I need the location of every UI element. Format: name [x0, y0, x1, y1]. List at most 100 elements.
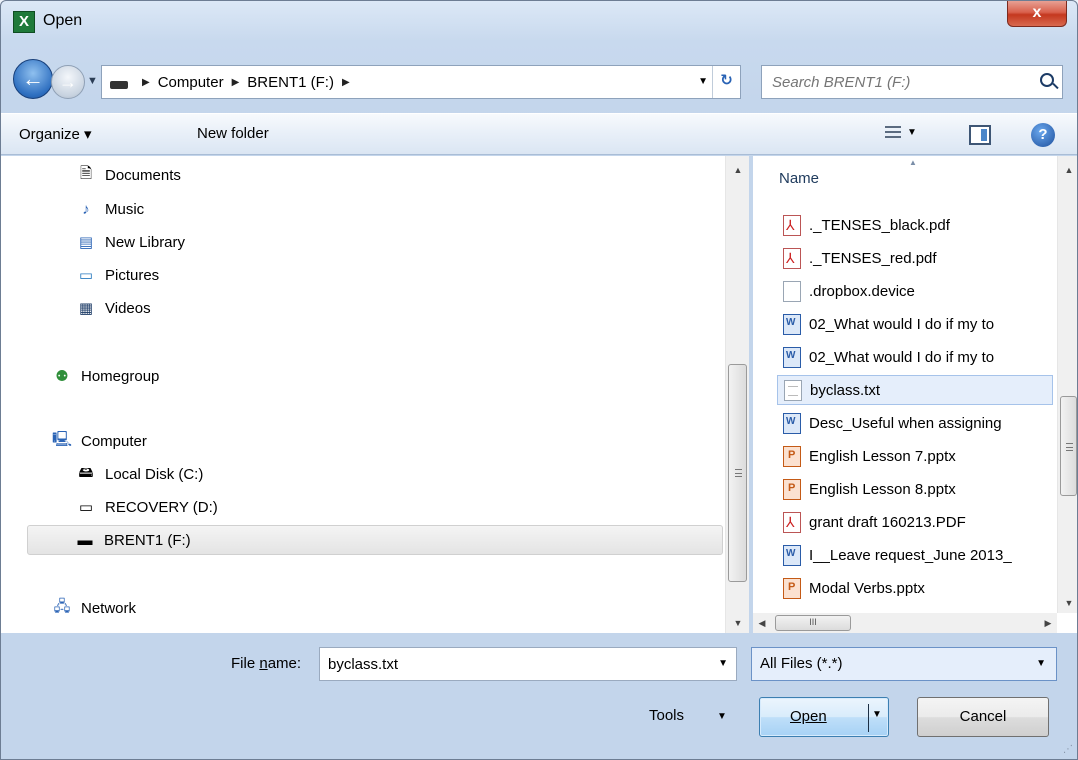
open-button-label: Open: [790, 708, 827, 725]
nav-item-computer[interactable]: 🖳 Computer: [51, 426, 147, 456]
open-options-dropdown-icon[interactable]: ▼: [872, 709, 882, 720]
file-item-selected[interactable]: byclass.txt: [777, 375, 1053, 405]
nav-item-label: Music: [105, 200, 145, 218]
scroll-thumb[interactable]: [728, 364, 747, 582]
recent-locations-dropdown[interactable]: ▼: [87, 75, 98, 87]
grip-icon: [1066, 443, 1073, 451]
file-name: I__Leave request_June 2013_: [809, 546, 1012, 564]
pdf-file-icon: [783, 214, 801, 236]
homegroup-icon: ⚉: [55, 368, 69, 385]
local-disk-icon: 🖴: [78, 463, 94, 481]
file-list-vertical-scrollbar[interactable]: ▲ ▼: [1057, 156, 1077, 613]
file-item[interactable]: .dropbox.device: [777, 276, 1053, 306]
chevron-down-icon[interactable]: ▼: [718, 658, 728, 669]
resize-grip-icon[interactable]: ⋰: [1063, 744, 1073, 755]
file-name: .dropbox.device: [809, 282, 915, 300]
refresh-icon: ↻: [720, 72, 733, 89]
file-name: English Lesson 8.pptx: [809, 480, 956, 498]
scroll-left-icon[interactable]: ◀: [753, 613, 771, 633]
search-box[interactable]: [761, 65, 1063, 99]
nav-item-pictures[interactable]: ▭ Pictures: [75, 260, 159, 290]
close-button[interactable]: x: [1007, 1, 1067, 27]
usb-drive-icon: ▬: [77, 531, 93, 549]
organize-button[interactable]: Organize ▾: [19, 125, 92, 143]
file-item[interactable]: grant draft 160213.PDF: [777, 507, 1053, 537]
back-arrow-icon: ←: [22, 66, 44, 91]
chevron-down-icon[interactable]: ▼: [717, 711, 727, 722]
views-icon[interactable]: [885, 126, 901, 142]
file-item[interactable]: I__Leave request_June 2013_: [777, 540, 1053, 570]
network-icon: 🖧: [53, 597, 71, 615]
scroll-down-icon[interactable]: ▼: [1058, 593, 1077, 613]
nav-item-music[interactable]: ♪ Music: [75, 194, 144, 224]
powerpoint-file-icon: [783, 577, 801, 599]
breadcrumb-separator-icon[interactable]: ▶: [142, 77, 150, 88]
views-dropdown[interactable]: ▼: [907, 127, 917, 138]
open-button[interactable]: Open ▼: [759, 697, 889, 737]
nav-item-homegroup[interactable]: ⚉ Homegroup: [51, 361, 159, 391]
breadcrumb-separator-icon[interactable]: ▶: [342, 77, 350, 88]
file-name: byclass.txt: [810, 381, 881, 399]
file-type-value: All Files (*.*): [760, 655, 843, 672]
file-item[interactable]: ._TENSES_black.pdf: [777, 210, 1053, 240]
new-folder-button[interactable]: New folder: [197, 125, 269, 142]
nav-item-new-library[interactable]: ▤ New Library: [75, 227, 185, 257]
nav-item-videos[interactable]: ▦ Videos: [75, 293, 151, 323]
file-name-label: File name:: [231, 655, 302, 672]
nav-item-label: BRENT1 (F:): [104, 531, 191, 549]
file-list-horizontal-scrollbar[interactable]: ◀ III ▶: [753, 613, 1057, 633]
documents-icon: 🗎: [79, 164, 93, 182]
nav-item-brent1-f[interactable]: ▬ BRENT1 (F:): [27, 525, 723, 555]
file-name-input[interactable]: [320, 648, 700, 680]
breadcrumb-separator-icon[interactable]: ▶: [232, 77, 240, 88]
scroll-down-icon[interactable]: ▼: [726, 613, 750, 633]
nav-item-label: RECOVERY (D:): [105, 498, 218, 516]
file-item[interactable]: ._TENSES_red.pdf: [777, 243, 1053, 273]
navigation-pane: 🗎 Documents ♪ Music ▤ New Library ▭ Pict…: [1, 156, 749, 633]
scroll-up-icon[interactable]: ▲: [726, 160, 750, 180]
tools-button[interactable]: Tools: [649, 707, 684, 724]
file-item[interactable]: 02_What would I do if my to: [777, 309, 1053, 339]
file-item[interactable]: Modal Verbs.pptx: [777, 573, 1053, 603]
nav-item-label: Documents: [105, 166, 181, 184]
text-file-icon: [784, 379, 802, 401]
scroll-thumb[interactable]: III: [775, 615, 851, 631]
chevron-down-icon[interactable]: ▼: [1036, 648, 1046, 680]
file-type-filter[interactable]: All Files (*.*) ▼: [751, 647, 1057, 681]
search-input[interactable]: [762, 66, 1022, 98]
column-header-name[interactable]: Name: [779, 170, 819, 187]
file-item[interactable]: 02_What would I do if my to: [777, 342, 1053, 372]
pdf-file-icon: [783, 247, 801, 269]
address-history-dropdown[interactable]: ▼: [698, 76, 708, 87]
back-button[interactable]: ←: [13, 59, 53, 99]
word-file-icon: [783, 412, 801, 434]
preview-pane-icon[interactable]: [969, 125, 991, 145]
breadcrumb-brent1[interactable]: BRENT1 (F:): [247, 74, 334, 91]
drive-icon: [110, 81, 128, 89]
excel-icon: X: [13, 11, 35, 33]
file-name: 02_What would I do if my to: [809, 348, 995, 366]
breadcrumb-computer[interactable]: Computer: [158, 74, 224, 91]
nav-item-local-disk-c[interactable]: 🖴 Local Disk (C:): [75, 459, 203, 489]
file-item[interactable]: English Lesson 8.pptx: [777, 474, 1053, 504]
drive-icon: ▭: [78, 499, 94, 516]
nav-item-recovery-d[interactable]: ▭ RECOVERY (D:): [75, 492, 218, 522]
nav-item-network[interactable]: 🖧 Network: [51, 593, 136, 623]
search-icon[interactable]: [1040, 73, 1054, 87]
nav-item-label: Network: [81, 599, 137, 617]
nav-item-documents[interactable]: 🗎 Documents: [75, 160, 181, 190]
nav-pane-scrollbar[interactable]: ▲ ▼: [725, 156, 749, 633]
address-bar[interactable]: ▶ Computer ▶ BRENT1 (F:) ▶ ▼ ↻: [101, 65, 741, 99]
file-item[interactable]: English Lesson 7.pptx: [777, 441, 1053, 471]
scroll-thumb[interactable]: [1060, 396, 1077, 496]
file-item[interactable]: Desc_Useful when assigning: [777, 408, 1053, 438]
help-icon[interactable]: ?: [1031, 123, 1055, 147]
powerpoint-file-icon: [783, 445, 801, 467]
scroll-up-icon[interactable]: ▲: [1058, 160, 1077, 180]
refresh-button[interactable]: ↻: [712, 66, 740, 98]
cancel-button[interactable]: Cancel: [917, 697, 1049, 737]
scroll-right-icon[interactable]: ▶: [1039, 613, 1057, 633]
file-name-combobox[interactable]: ▼: [319, 647, 737, 681]
word-file-icon: [783, 346, 801, 368]
forward-button[interactable]: →: [51, 65, 85, 99]
